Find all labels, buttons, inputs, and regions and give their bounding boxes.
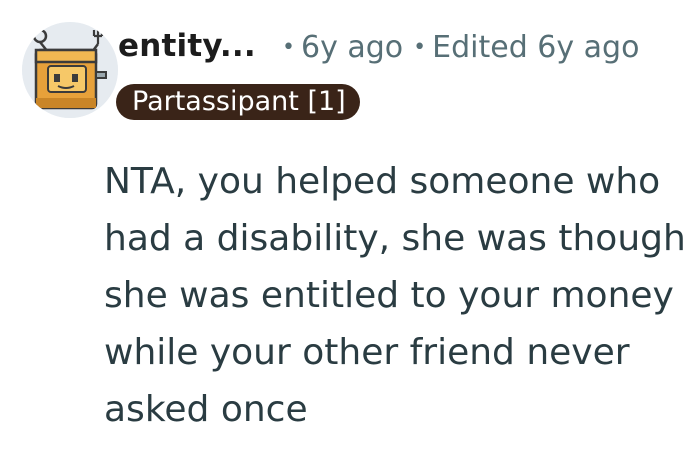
separator-dot-icon: • [282,35,295,60]
user-flair-badge: Partassipant [1] [116,84,360,120]
author-username[interactable]: entity... [118,24,256,68]
comment-meta: • 6y ago • Edited 6y ago [282,26,639,70]
comment-age[interactable]: 6y ago [301,30,403,65]
edited-label: Edited 6y ago [432,30,640,65]
user-avatar[interactable] [22,22,118,118]
robot-toaster-avatar-icon [22,22,118,118]
comment-body: NTA, you helped someone who had a disabi… [104,161,686,430]
comment: entity... • 6y ago • Edited 6y ago Partassi… [0,0,700,450]
separator-dot-icon: • [413,35,427,60]
